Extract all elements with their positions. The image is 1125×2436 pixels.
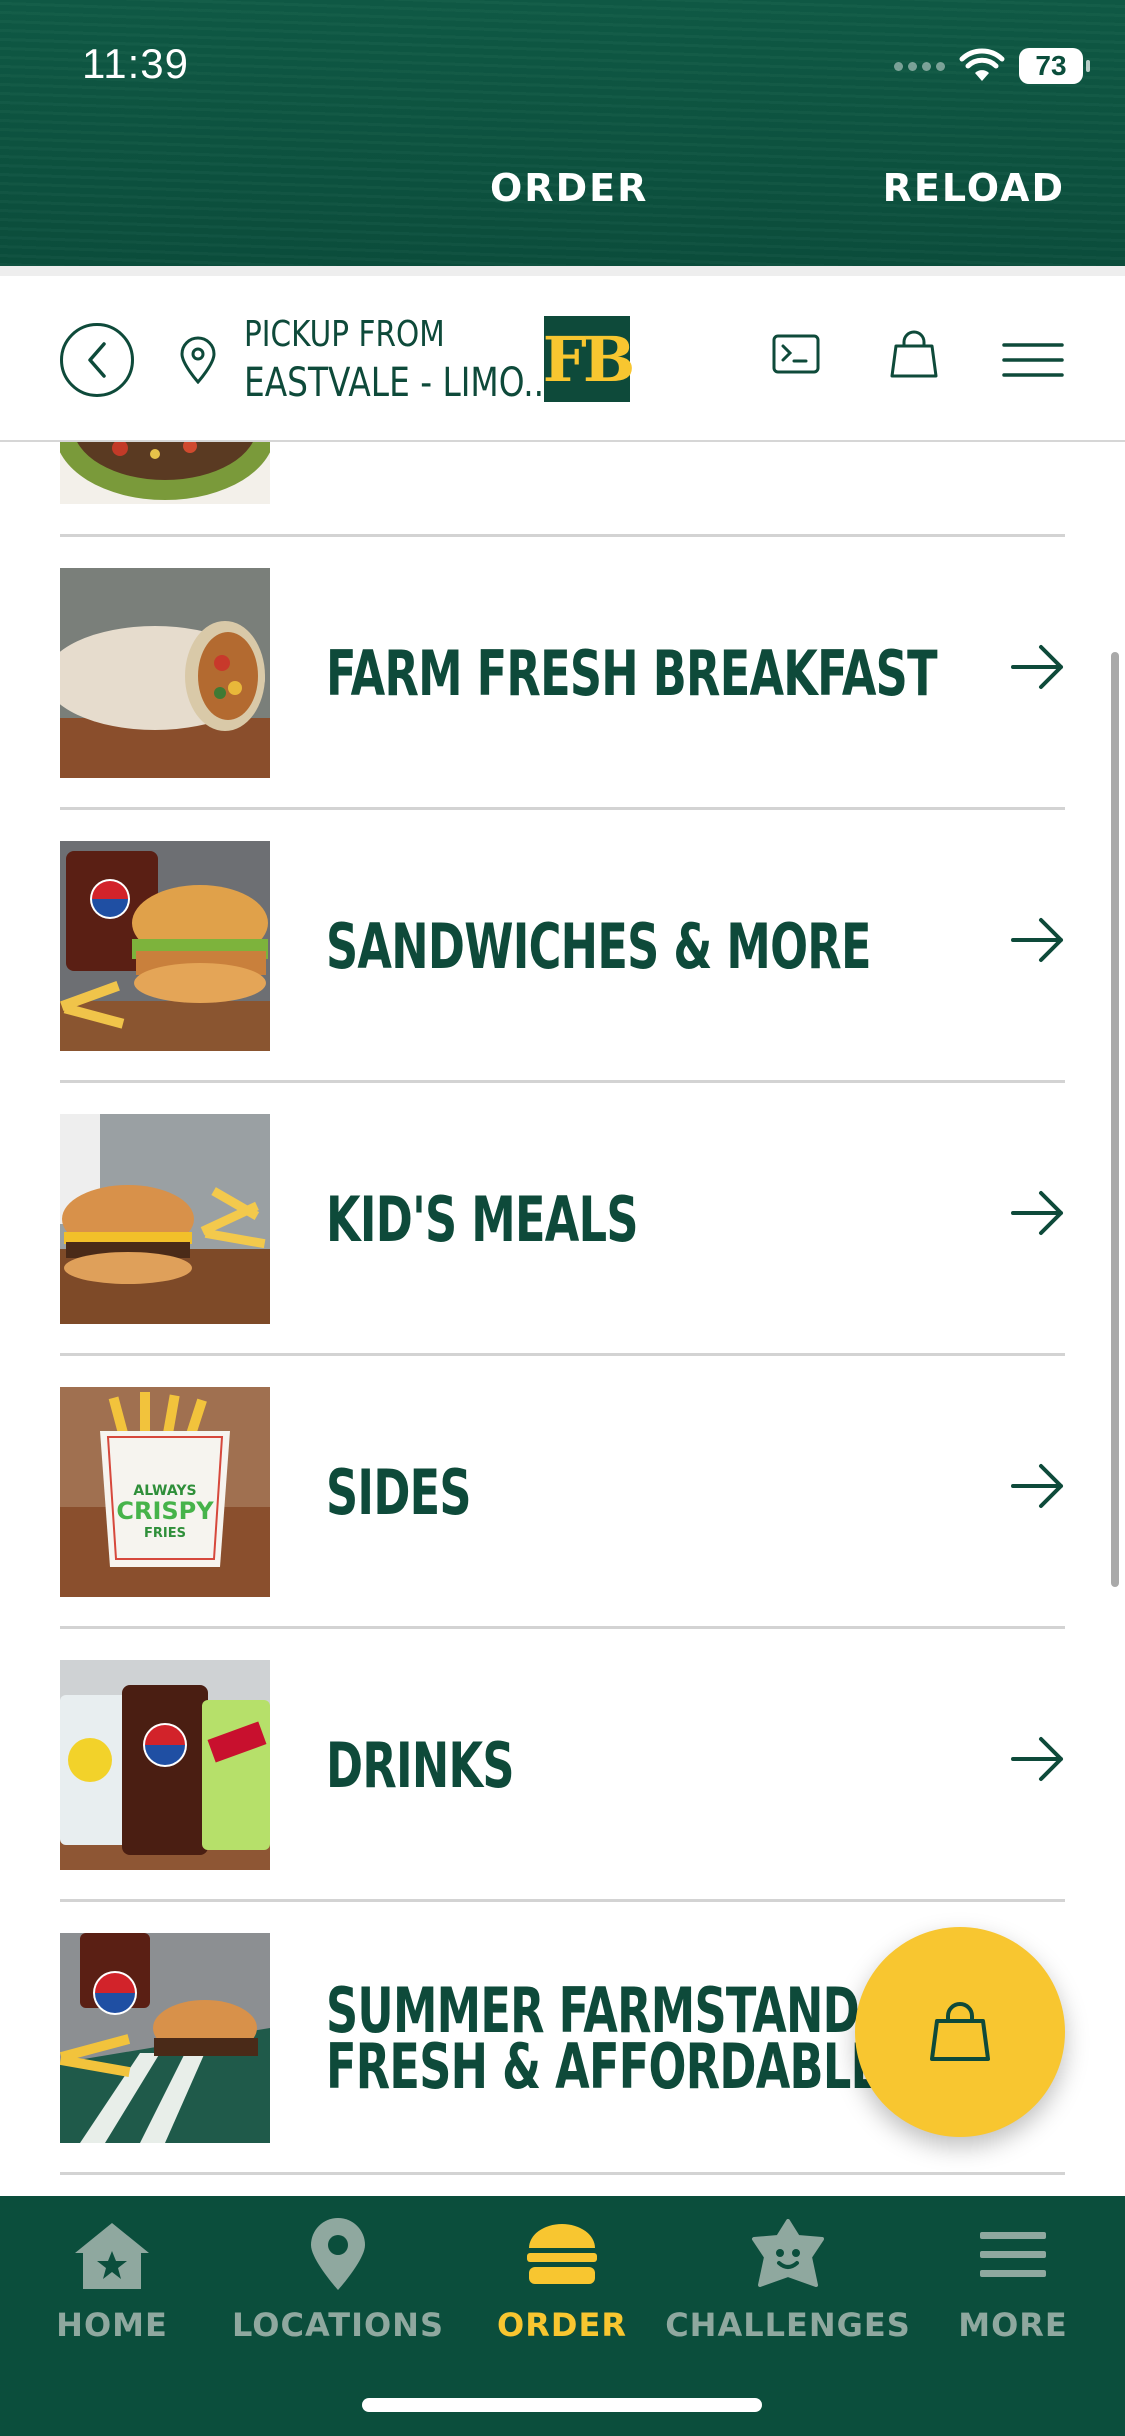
sides-fries-image: ALWAYS CRISPY FRIES — [60, 1387, 270, 1597]
tab-label: ORDER — [497, 2306, 627, 2344]
category-label-line2: FRESH & AFFORDABLE — [326, 2029, 881, 2103]
tab-challenges[interactable]: CHALLENGES — [665, 2214, 910, 2344]
arrow-right-icon — [1011, 1191, 1063, 1235]
scrollbar[interactable] — [1111, 652, 1119, 1587]
status-indicators: 73 — [894, 48, 1090, 84]
pickup-location[interactable]: PICKUP FROM EASTVALE - LIMO... — [244, 312, 554, 408]
brand-logo: FB — [543, 316, 635, 402]
category-label: SUMMER FARMSTAND FRESH & AFFORDABLE — [326, 1902, 881, 2175]
category-row-breakfast[interactable]: FARM FRESH BREAKFAST — [60, 534, 1065, 807]
category-row-drinks[interactable]: DRINKS — [60, 1626, 1065, 1899]
floating-cart-button[interactable] — [855, 1927, 1065, 2137]
sandwich-combo-image — [60, 841, 270, 1051]
header-reload-link[interactable]: RELOAD — [883, 166, 1065, 210]
category-label: FARM FRESH BREAKFAST — [326, 636, 938, 710]
house-star-icon — [75, 2223, 149, 2289]
category-label: SANDWICHES & MORE — [326, 909, 871, 983]
drinks-image — [60, 1660, 270, 1870]
back-button[interactable] — [60, 323, 134, 397]
shopping-bag-icon — [930, 2002, 990, 2061]
kids-meal-image — [60, 1114, 270, 1324]
category-label: KID'S MEALS — [326, 1182, 638, 1256]
arrow-right-icon — [1011, 1737, 1063, 1781]
category-row-sides[interactable]: ALWAYS CRISPY FRIES SIDES — [60, 1353, 1065, 1626]
arrow-right-icon — [1011, 1464, 1063, 1508]
header-order-link[interactable]: ORDER — [490, 166, 648, 210]
svg-text:FRIES: FRIES — [144, 1526, 186, 1541]
location-pin-icon — [180, 336, 216, 384]
shopping-bag-icon[interactable] — [888, 330, 940, 380]
menu-icon[interactable] — [1002, 342, 1064, 378]
tab-locations[interactable]: LOCATIONS — [232, 2214, 443, 2344]
hamburger-menu-icon — [980, 2232, 1046, 2277]
category-row-sandwiches[interactable]: SANDWICHES & MORE — [60, 807, 1065, 1080]
battery-icon: 73 — [1019, 48, 1090, 84]
tab-more[interactable]: MORE — [913, 2214, 1113, 2344]
pickup-store-name: EASTVALE - LIMO... — [244, 360, 555, 406]
top-header: 11:39 73 ORDER RELOAD — [0, 0, 1125, 266]
category-label: DRINKS — [326, 1728, 515, 1802]
tab-label: LOCATIONS — [232, 2306, 444, 2344]
home-indicator[interactable] — [362, 2398, 762, 2412]
summer-combo-image — [60, 1933, 270, 2143]
map-pin-icon — [311, 2218, 365, 2290]
partial-category-thumbnail[interactable] — [60, 442, 270, 504]
tab-label: CHALLENGES — [665, 2306, 911, 2344]
pickup-label: PICKUP FROM — [244, 314, 445, 355]
header-divider — [0, 266, 1125, 276]
tab-label: HOME — [56, 2306, 168, 2344]
star-face-icon — [752, 2219, 824, 2287]
cellular-signal-icon — [894, 61, 945, 71]
status-time: 11:39 — [82, 40, 189, 87]
tab-home[interactable]: HOME — [12, 2214, 212, 2344]
category-label: SIDES — [326, 1455, 472, 1529]
svg-text:CRISPY: CRISPY — [116, 1497, 214, 1525]
tab-label: MORE — [958, 2306, 1068, 2344]
tab-order[interactable]: ORDER — [462, 2214, 662, 2344]
terminal-icon[interactable] — [772, 334, 820, 374]
category-row-divider — [60, 2172, 1065, 2196]
burger-icon — [527, 2224, 597, 2284]
pickup-bar: PICKUP FROM EASTVALE - LIMO... FB — [0, 276, 1125, 442]
arrow-right-icon — [1011, 918, 1063, 962]
wifi-icon — [959, 48, 1005, 81]
arrow-right-icon — [1011, 645, 1063, 689]
chevron-left-icon — [88, 342, 106, 378]
category-row-kids-meals[interactable]: KID'S MEALS — [60, 1080, 1065, 1353]
breakfast-burrito-image — [60, 568, 270, 778]
